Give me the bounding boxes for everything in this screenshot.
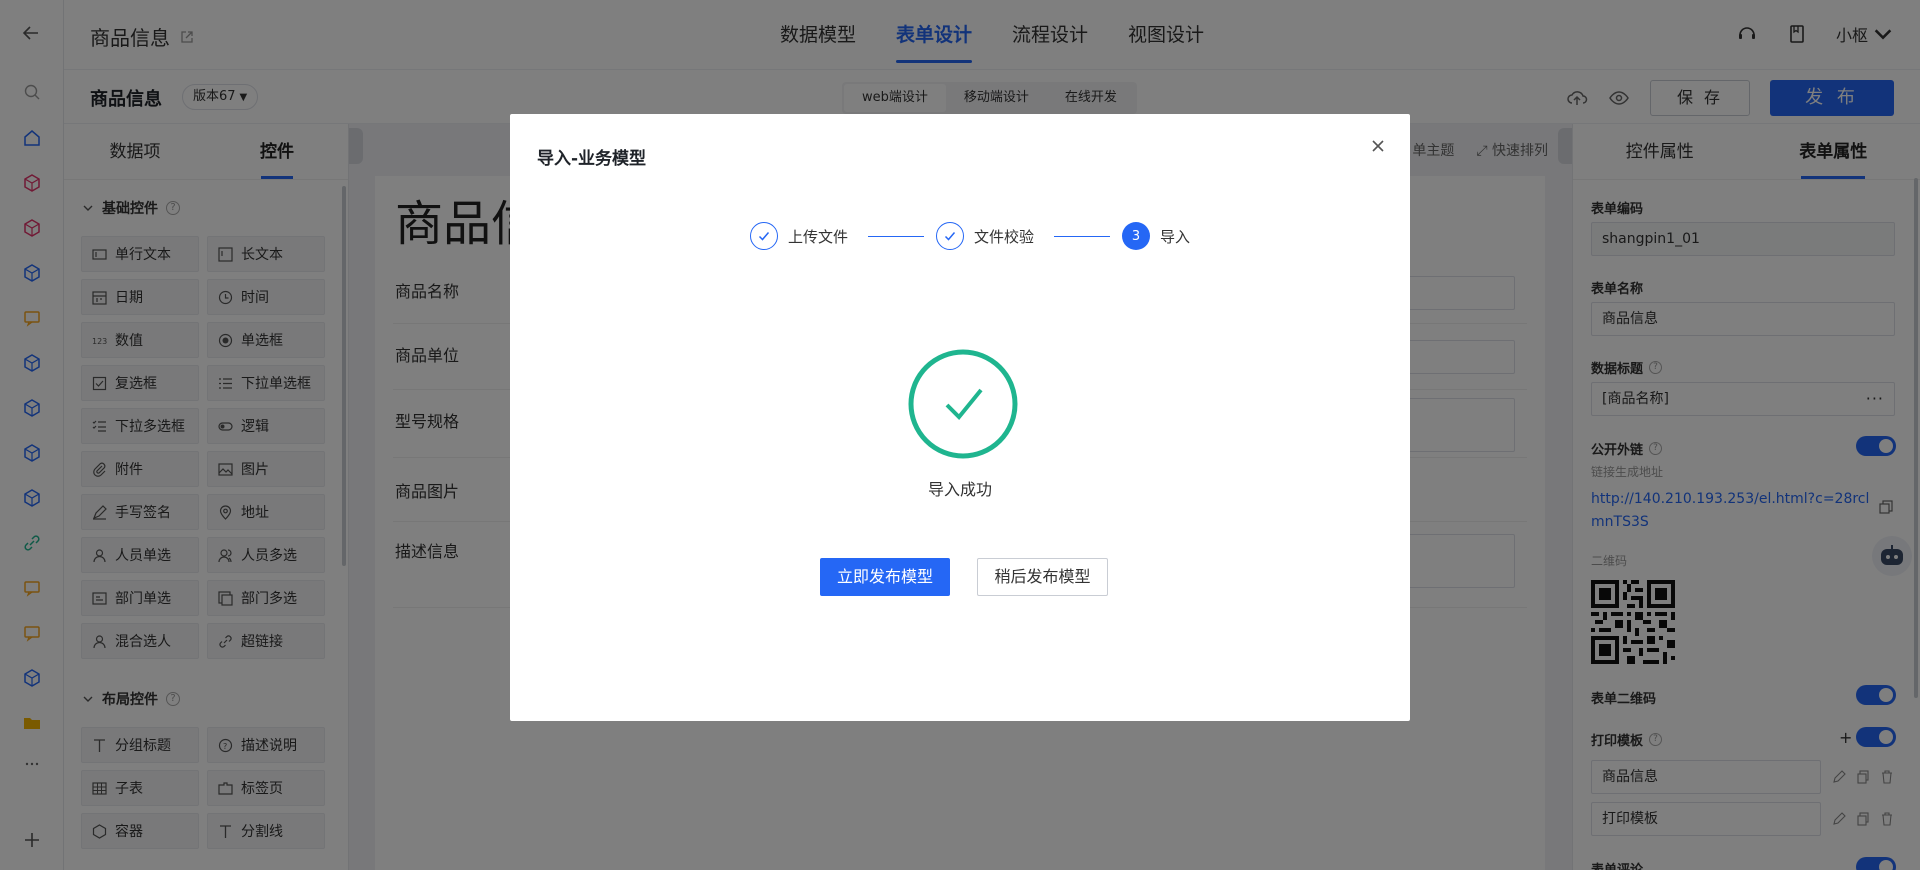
import-modal: 导入-业务模型 上传文件 文件校验 3 导入 导入成功 立即发布模型 稍后发布模… bbox=[510, 114, 1410, 721]
check-icon bbox=[936, 222, 965, 250]
success-check-icon bbox=[908, 349, 1018, 459]
step-connector bbox=[1054, 235, 1111, 237]
step-label: 文件校验 bbox=[974, 227, 1035, 246]
close-icon[interactable] bbox=[1366, 134, 1390, 158]
import-steps: 上传文件 文件校验 3 导入 bbox=[750, 222, 1190, 250]
step-number: 3 bbox=[1122, 222, 1151, 250]
publish-later-button[interactable]: 稍后发布模型 bbox=[977, 558, 1108, 596]
step-upload: 上传文件 bbox=[750, 222, 848, 250]
step-label: 上传文件 bbox=[788, 227, 849, 246]
step-validate: 文件校验 bbox=[936, 222, 1034, 250]
step-label: 导入 bbox=[1160, 227, 1191, 246]
modal-title: 导入-业务模型 bbox=[537, 149, 647, 169]
step-import: 3 导入 bbox=[1122, 222, 1190, 250]
check-icon bbox=[750, 222, 778, 250]
publish-now-button[interactable]: 立即发布模型 bbox=[820, 558, 950, 596]
step-connector bbox=[868, 235, 925, 237]
success-message: 导入成功 bbox=[927, 480, 992, 499]
